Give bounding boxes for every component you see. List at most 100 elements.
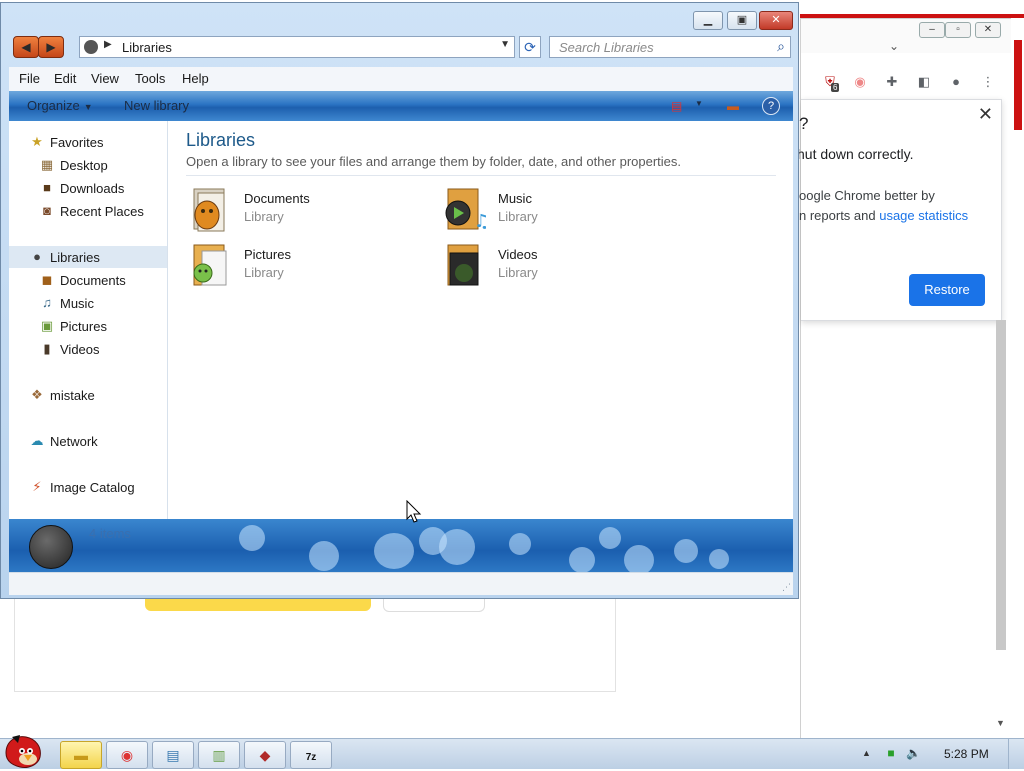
- profile-icon[interactable]: ●: [947, 73, 965, 91]
- nav-image-catalog-label: Image Catalog: [50, 480, 135, 495]
- taskbar-folder-button[interactable]: ▬: [60, 741, 102, 769]
- libraries-large-icon: [29, 525, 73, 569]
- forward-button[interactable]: ▶: [38, 36, 64, 58]
- notepad-icon: ▤: [166, 747, 180, 763]
- nav-favorites[interactable]: ★ Favorites: [9, 131, 167, 153]
- popup-consent-prefix: n reports and: [799, 208, 880, 223]
- restore-button[interactable]: Restore: [909, 274, 985, 306]
- taskbar-explorer-button[interactable]: ▥: [198, 741, 240, 769]
- network-icon: ☁: [30, 433, 44, 448]
- taskbar-chrome-button[interactable]: ◉: [106, 741, 148, 769]
- nav-videos[interactable]: ▮ Videos: [9, 338, 167, 360]
- bokeh-decoration: [709, 549, 729, 569]
- nav-mistake[interactable]: ❖ mistake: [9, 384, 167, 406]
- chrome-close-button[interactable]: ✕: [975, 22, 1001, 38]
- chevron-down-icon[interactable]: ⌄: [889, 39, 899, 53]
- background-white-button[interactable]: [383, 599, 485, 612]
- show-desktop-button[interactable]: [1008, 739, 1024, 769]
- more-menu-icon[interactable]: ⋮: [979, 73, 997, 91]
- start-button-icon[interactable]: [2, 731, 46, 769]
- breadcrumb-arrow-icon[interactable]: ▶: [104, 39, 112, 50]
- organize-label: Organize: [27, 98, 80, 113]
- nav-downloads-label: Downloads: [60, 181, 125, 196]
- videos-library-icon: [447, 244, 479, 286]
- image-catalog-icon: ⚡: [32, 479, 42, 494]
- clock[interactable]: 5:28 PM: [944, 747, 989, 761]
- chrome-minimize-button[interactable]: –: [919, 22, 945, 38]
- view-options-icon[interactable]: ▤: [671, 99, 682, 113]
- library-name: Music: [498, 191, 532, 206]
- library-music[interactable]: ♫ Music Library: [444, 187, 684, 237]
- library-documents[interactable]: Documents Library: [190, 187, 430, 237]
- side-panel-icon[interactable]: ◧: [915, 73, 933, 91]
- menu-file[interactable]: File: [19, 71, 40, 86]
- nav-documents[interactable]: ◼ Documents: [9, 269, 167, 291]
- music-library-icon: ♫: [445, 188, 486, 232]
- nav-libraries[interactable]: ● Libraries: [9, 246, 167, 268]
- new-library-button[interactable]: New library: [124, 98, 189, 113]
- preview-pane-icon[interactable]: ▬: [727, 99, 739, 113]
- nav-network[interactable]: ☁ Network: [9, 430, 167, 452]
- volume-icon[interactable]: 🔈: [906, 746, 921, 760]
- show-hidden-icons-icon[interactable]: ▲: [862, 748, 871, 758]
- command-bar: Organize ▼ New library ▤ ▼ ▬ ?: [9, 91, 793, 121]
- homegroup-icon: ❖: [31, 387, 43, 402]
- nav-pictures[interactable]: ▣ Pictures: [9, 315, 167, 337]
- bokeh-decoration: [624, 545, 654, 572]
- resize-grip-icon[interactable]: ⋰: [782, 582, 791, 593]
- usage-statistics-link[interactable]: usage statistics: [879, 208, 968, 223]
- address-bar[interactable]: ▶ Libraries ▼: [79, 36, 515, 58]
- nav-recent-places[interactable]: ◙ Recent Places: [9, 200, 167, 222]
- chrome-maximize-button[interactable]: ▫: [945, 22, 971, 38]
- nav-downloads[interactable]: ■ Downloads: [9, 177, 167, 199]
- item-count: 4 items: [89, 526, 131, 541]
- library-videos[interactable]: Videos Library: [444, 243, 684, 293]
- search-icon[interactable]: ⌕: [777, 38, 785, 55]
- nav-image-catalog[interactable]: ⚡ Image Catalog: [9, 476, 167, 498]
- pictures-library-icon: [193, 244, 227, 286]
- divider: [186, 175, 776, 176]
- taskbar: ▬ ◉ ▤ ▥ ◆ 7z ▲ ■ 🔈 5:28 PM: [0, 735, 1024, 769]
- view-options-caret-icon[interactable]: ▼: [695, 99, 703, 108]
- nav-documents-label: Documents: [60, 273, 126, 288]
- close-icon[interactable]: ✕: [978, 104, 993, 125]
- taskbar-notepad-button[interactable]: ▤: [152, 741, 194, 769]
- maximize-button[interactable]: ▣: [727, 11, 757, 30]
- puzzle-icon[interactable]: ✚: [883, 73, 901, 91]
- menu-help[interactable]: Help: [182, 71, 209, 86]
- address-dropdown-icon[interactable]: ▼: [500, 39, 510, 50]
- back-button[interactable]: ◀: [13, 36, 39, 58]
- minimize-button[interactable]: ▁: [693, 11, 723, 30]
- content-pane: Libraries Open a library to see your fil…: [168, 121, 793, 519]
- nav-music[interactable]: ♫ Music: [9, 292, 167, 314]
- 7zip-icon: 7z: [305, 752, 317, 763]
- libraries-icon: ●: [33, 249, 41, 264]
- chrome-scrollbar[interactable]: [996, 320, 1006, 650]
- search-input[interactable]: Search Libraries ⌕: [549, 36, 791, 58]
- organize-button[interactable]: Organize ▼: [27, 98, 93, 113]
- library-name: Pictures: [244, 247, 291, 262]
- scroll-down-arrow-icon[interactable]: ▼: [996, 718, 1005, 728]
- refresh-button[interactable]: ⟳: [519, 36, 541, 58]
- taskbar-7zip-button[interactable]: 7z: [290, 741, 332, 769]
- nav-mistake-label: mistake: [50, 388, 95, 403]
- bokeh-decoration: [599, 527, 621, 549]
- nav-desktop[interactable]: ▦ Desktop: [9, 154, 167, 176]
- menu-edit[interactable]: Edit: [54, 71, 76, 86]
- library-pictures[interactable]: Pictures Library: [190, 243, 430, 293]
- taskbar-app-button[interactable]: ◆: [244, 741, 286, 769]
- bokeh-decoration: [569, 547, 595, 572]
- extension-badge: 6: [831, 83, 840, 92]
- close-button[interactable]: ✕: [759, 11, 793, 30]
- network-tray-icon[interactable]: ■: [884, 746, 898, 760]
- breadcrumb-libraries[interactable]: Libraries: [122, 40, 172, 55]
- background-yellow-button[interactable]: [145, 599, 371, 611]
- flag-extension-icon[interactable]: ◉: [851, 73, 869, 91]
- nav-pictures-label: Pictures: [60, 319, 107, 334]
- background-red-mark: [1014, 40, 1022, 130]
- menu-tools[interactable]: Tools: [135, 71, 165, 86]
- help-icon[interactable]: ?: [762, 97, 780, 115]
- menu-view[interactable]: View: [91, 71, 119, 86]
- nav-network-label: Network: [50, 434, 98, 449]
- explorer-window: ▁ ▣ ✕ ◀ ▶ ▶ Libraries ▼ ⟳ Search Librari…: [0, 2, 799, 599]
